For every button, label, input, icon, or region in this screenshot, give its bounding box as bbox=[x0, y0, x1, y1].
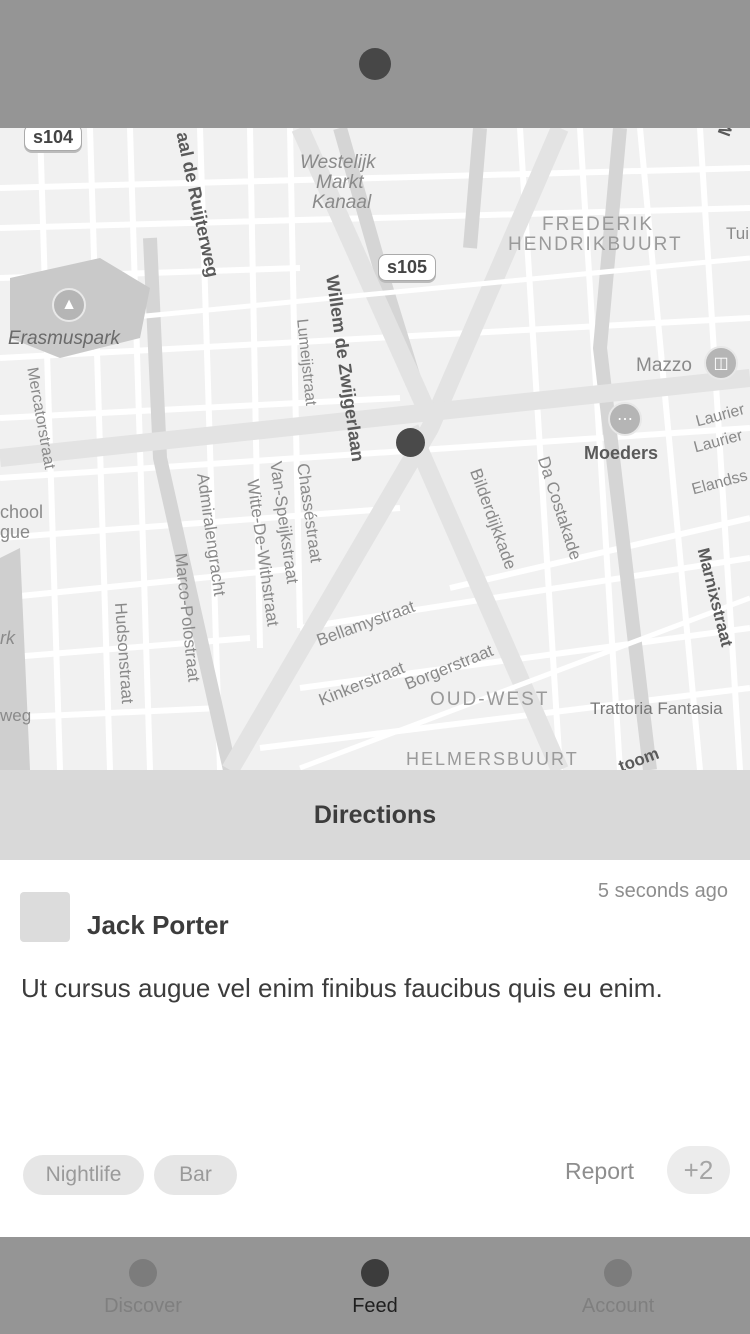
map-label-hendrikbuurt: HENDRIKBUURT bbox=[508, 234, 683, 255]
header-dot-icon bbox=[359, 48, 391, 80]
tree-icon[interactable]: ▲ bbox=[52, 288, 86, 322]
map-label-rk: rk bbox=[0, 628, 15, 648]
tab-label-discover: Discover bbox=[104, 1295, 182, 1317]
directions-button[interactable]: Directions bbox=[0, 770, 750, 860]
map-label-tui: Tui bbox=[726, 224, 749, 243]
top-bar bbox=[0, 0, 750, 128]
map-label-school: chool bbox=[0, 502, 44, 522]
road-shield-s104: s104 bbox=[24, 128, 83, 151]
avatar[interactable] bbox=[20, 892, 70, 942]
post-card: Jack Porter 5 seconds ago Ut cursus augu… bbox=[0, 860, 750, 1237]
tag-bar[interactable]: Bar bbox=[154, 1155, 237, 1195]
tab-account[interactable]: Account bbox=[518, 1237, 718, 1334]
map-label-mazzo: Mazzo bbox=[636, 355, 692, 376]
map-label-helmersbuurt: HELMERSBUURT bbox=[406, 749, 579, 769]
map-label-frederik: FREDERIK bbox=[542, 214, 655, 235]
dot-icon bbox=[604, 1259, 632, 1287]
report-button[interactable]: Report bbox=[565, 1158, 634, 1185]
map-label-oud-west: OUD-WEST bbox=[430, 689, 550, 710]
fork-knife-icon[interactable]: ⋯ bbox=[608, 402, 642, 436]
map-label-kanaal: Kanaal bbox=[312, 192, 372, 213]
map-view[interactable]: Westelijk Markt Kanaal FREDERIK HENDRIKB… bbox=[0, 128, 750, 770]
map-label-erasmuspark: Erasmuspark bbox=[8, 328, 120, 349]
tab-label-feed: Feed bbox=[352, 1295, 398, 1317]
directions-label: Directions bbox=[313, 800, 437, 829]
dot-icon bbox=[129, 1259, 157, 1287]
post-text: Ut cursus augue vel enim finibus faucibu… bbox=[21, 973, 663, 1003]
map-label-gue: gue bbox=[0, 522, 31, 542]
post-timestamp: 5 seconds ago bbox=[597, 880, 728, 902]
dot-icon bbox=[361, 1259, 389, 1287]
location-pin-icon[interactable] bbox=[396, 428, 425, 457]
map-label-moeders: Moeders bbox=[584, 443, 659, 463]
tag-nightlife[interactable]: Nightlife bbox=[23, 1155, 144, 1195]
tab-feed[interactable]: Feed bbox=[275, 1237, 475, 1334]
map-label-weg: weg bbox=[0, 706, 32, 725]
road-shield-s105: s105 bbox=[378, 254, 437, 281]
post-author[interactable]: Jack Porter bbox=[87, 910, 229, 941]
tab-bar: Discover Feed Account bbox=[0, 1237, 750, 1334]
tab-discover[interactable]: Discover bbox=[43, 1237, 243, 1334]
map-label-markt: Markt bbox=[316, 172, 364, 193]
plus-count-button[interactable]: +2 bbox=[667, 1146, 730, 1194]
map-label-trattoria: Trattoria Fantasia bbox=[590, 699, 723, 718]
map-label-westelijk: Westelijk bbox=[300, 152, 376, 173]
basket-icon[interactable]: ◫ bbox=[704, 346, 738, 380]
tab-label-account: Account bbox=[581, 1295, 655, 1317]
